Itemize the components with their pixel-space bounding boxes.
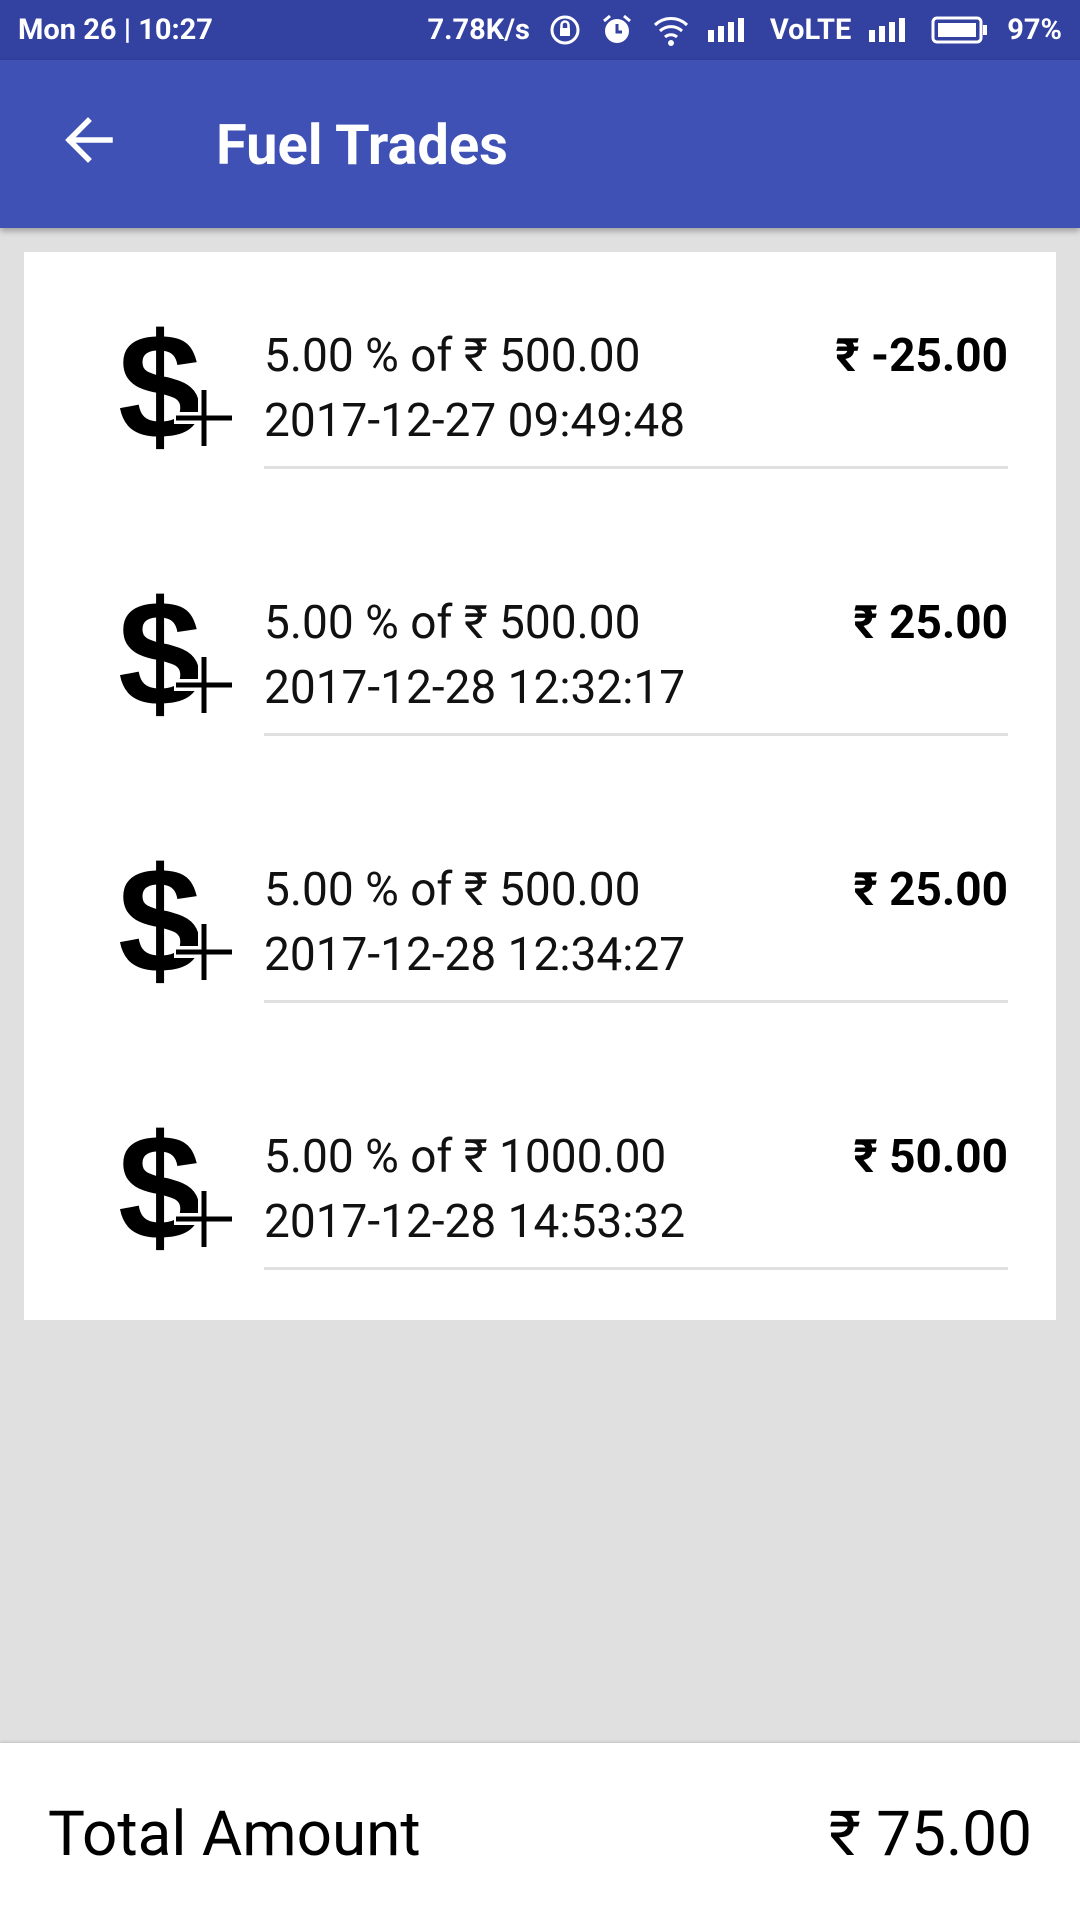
- network-speed: 7.78K/s: [427, 13, 530, 47]
- dollar-plus-icon: $: [118, 587, 234, 717]
- list-item[interactable]: $ 5.00 % of ₹ 1000.00 2017-12-28 14:53:3…: [24, 1053, 1056, 1320]
- back-button[interactable]: [40, 92, 136, 188]
- alarm-icon: [600, 13, 634, 47]
- wifi-icon: [652, 13, 690, 47]
- trade-amount: ₹ 25.00: [853, 863, 1008, 917]
- total-bar: Total Amount ₹ 75.00: [0, 1743, 1080, 1920]
- network-type: VoLTE: [769, 13, 852, 47]
- trade-amount: ₹ -25.00: [835, 329, 1008, 383]
- trade-amount: ₹ 50.00: [853, 1130, 1008, 1184]
- divider: [264, 466, 1008, 469]
- trade-datetime: 2017-12-27 09:49:48: [264, 394, 686, 448]
- arrow-left-icon: [65, 117, 113, 163]
- trade-description: 5.00 % of ₹ 500.00: [264, 863, 641, 917]
- rotation-lock-icon: [548, 13, 582, 47]
- trade-description: 5.00 % of ₹ 1000.00: [264, 1130, 667, 1184]
- trade-datetime: 2017-12-28 12:34:27: [264, 928, 686, 982]
- divider: [264, 733, 1008, 736]
- dollar-plus-icon: $: [118, 320, 234, 450]
- total-label: Total Amount: [48, 1798, 421, 1871]
- signal-icon: [707, 18, 752, 42]
- status-bar: Mon 26 | 10:27 7.78K/s VoLTE 97%: [0, 0, 1080, 60]
- list-item[interactable]: $ 5.00 % of ₹ 500.00 2017-12-28 12:32:17…: [24, 519, 1056, 786]
- list-item[interactable]: $ 5.00 % of ₹ 500.00 2017-12-27 09:49:48…: [24, 252, 1056, 519]
- total-value: ₹ 75.00: [828, 1798, 1032, 1871]
- dollar-plus-icon: $: [118, 854, 234, 984]
- svg-text:$: $: [118, 320, 201, 450]
- status-icons: 7.78K/s VoLTE 97%: [427, 13, 1062, 47]
- trade-description: 5.00 % of ₹ 500.00: [264, 329, 641, 383]
- dollar-plus-icon: $: [118, 1121, 234, 1251]
- trade-description: 5.00 % of ₹ 500.00: [264, 596, 641, 650]
- trade-datetime: 2017-12-28 14:53:32: [264, 1195, 686, 1249]
- battery-icon: [931, 16, 989, 44]
- divider: [264, 1267, 1008, 1270]
- status-time: Mon 26 | 10:27: [18, 13, 213, 47]
- battery-level: 97%: [1007, 13, 1062, 47]
- svg-text:$: $: [118, 854, 201, 984]
- app-bar: Fuel Trades: [0, 60, 1080, 228]
- page-title: Fuel Trades: [216, 112, 508, 178]
- list-item[interactable]: $ 5.00 % of ₹ 500.00 2017-12-28 12:34:27…: [24, 786, 1056, 1053]
- trade-amount: ₹ 25.00: [853, 596, 1008, 650]
- svg-text:$: $: [118, 1121, 201, 1251]
- signal-icon-secondary: [869, 18, 913, 42]
- divider: [264, 1000, 1008, 1003]
- trades-list: $ 5.00 % of ₹ 500.00 2017-12-27 09:49:48…: [24, 252, 1056, 1320]
- svg-text:$: $: [118, 587, 201, 717]
- trade-datetime: 2017-12-28 12:32:17: [264, 661, 686, 715]
